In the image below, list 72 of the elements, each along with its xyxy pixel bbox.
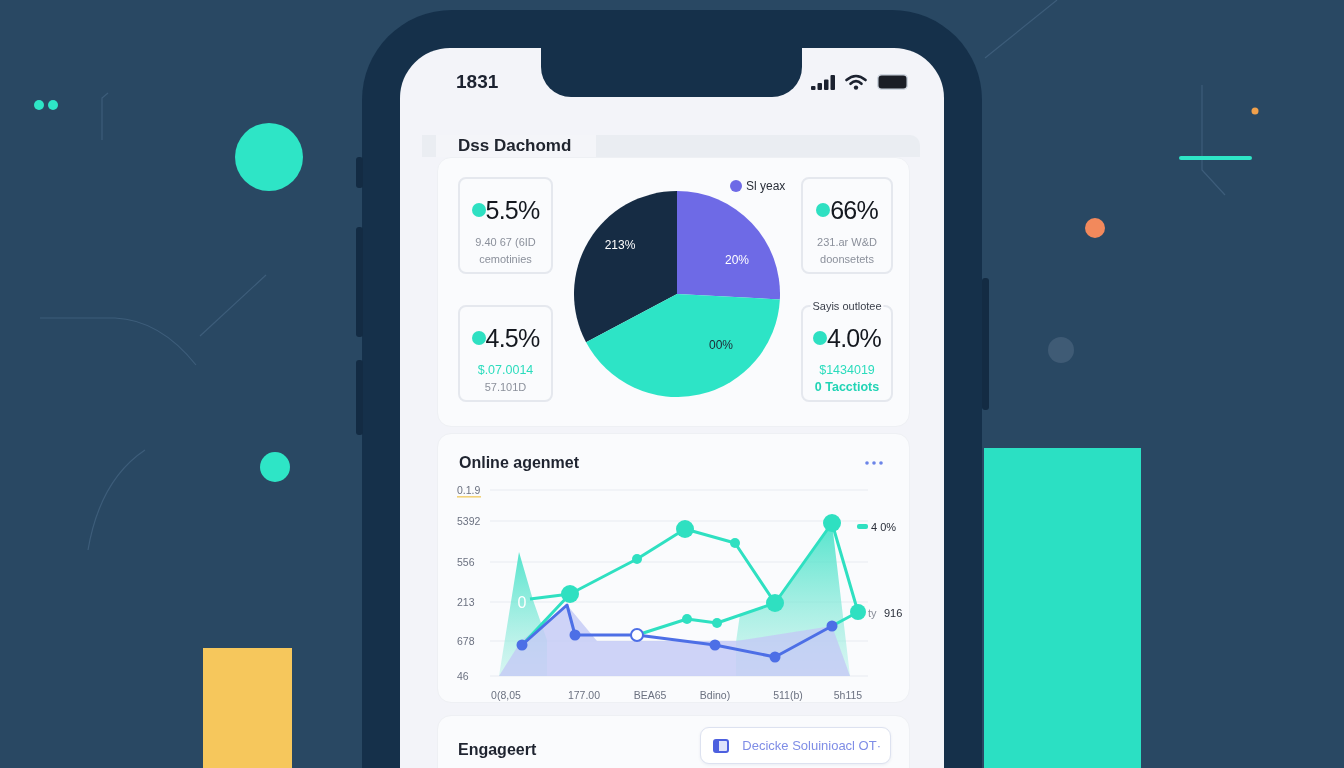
swatch-icon bbox=[857, 524, 868, 529]
x-axis-label: 0(8,05 bbox=[491, 689, 521, 701]
data-point bbox=[569, 629, 581, 641]
series-label: ty bbox=[868, 607, 877, 619]
chart-title: Online agenmet bbox=[459, 454, 580, 472]
panel-icon bbox=[713, 737, 730, 754]
more-button[interactable] bbox=[865, 461, 883, 465]
stat-detail: cemotinies bbox=[479, 252, 532, 266]
y-axis-label: 0.1.9 bbox=[457, 484, 481, 496]
y-axis-label: 5392 bbox=[457, 515, 481, 527]
stat-value: 4.5% bbox=[485, 324, 540, 352]
data-point bbox=[769, 651, 781, 663]
action-button[interactable]: Decicke Soluinioacl OT· bbox=[700, 727, 891, 764]
data-point bbox=[766, 594, 784, 612]
data-point bbox=[561, 585, 579, 603]
y-axis-label: 213 bbox=[457, 596, 475, 608]
x-axis-label: 511(b) bbox=[773, 689, 803, 701]
data-point bbox=[676, 520, 694, 538]
y-axis-label: 556 bbox=[457, 556, 475, 568]
stat-value: 5.5% bbox=[485, 196, 540, 224]
point-label: 0 bbox=[517, 594, 527, 611]
stat-detail: 231.ar W&D bbox=[817, 235, 877, 249]
stat-detail: 9.40 67 (6ID bbox=[475, 235, 536, 249]
battery-icon bbox=[877, 74, 908, 90]
data-point bbox=[632, 554, 642, 564]
x-axis-label: BEA65 bbox=[633, 689, 667, 701]
status-time: 1831 bbox=[456, 71, 499, 93]
data-point bbox=[709, 639, 721, 651]
stat-value: 4.0% bbox=[827, 324, 881, 352]
decor-circle bbox=[1085, 218, 1105, 238]
slice-label: 20% bbox=[725, 253, 749, 267]
stat-value: 66% bbox=[830, 196, 878, 224]
x-axis-label: 5h115 bbox=[833, 689, 863, 701]
wifi-icon bbox=[845, 74, 867, 90]
legend-label: 4 0% bbox=[871, 521, 897, 533]
data-point bbox=[730, 538, 740, 548]
dot-icon bbox=[813, 331, 828, 345]
stat-detail: $.07.0014 bbox=[477, 363, 534, 377]
highlight-mark bbox=[457, 496, 481, 498]
y-axis-label: 46 bbox=[457, 670, 469, 682]
decor-line bbox=[199, 274, 267, 337]
series-label: 916 bbox=[884, 607, 903, 619]
data-point bbox=[516, 639, 528, 651]
data-point bbox=[630, 628, 644, 642]
decor-circle bbox=[260, 452, 290, 482]
stat-detail: 0 Tacctiots bbox=[814, 380, 880, 394]
decor-circle bbox=[235, 123, 303, 191]
stat-caption: Sayis outlotee bbox=[810, 300, 884, 313]
legend-label: Sl yeax bbox=[746, 179, 786, 193]
y-axis-label: 678 bbox=[457, 635, 475, 647]
stat-detail: doonsetets bbox=[820, 252, 874, 266]
more-icon bbox=[865, 461, 883, 465]
data-point bbox=[712, 618, 722, 628]
x-axis-label: 177.00 bbox=[567, 689, 601, 701]
decor-circle bbox=[1251, 107, 1259, 115]
signal-icon bbox=[811, 74, 835, 90]
data-point bbox=[850, 604, 866, 620]
decor-circle bbox=[48, 100, 58, 110]
data-point bbox=[823, 514, 841, 532]
slice-label: 213% bbox=[604, 238, 636, 252]
decor-circle bbox=[34, 100, 44, 110]
stat-detail: $1434019 bbox=[819, 363, 875, 377]
data-point bbox=[682, 614, 692, 624]
data-point bbox=[826, 620, 838, 632]
dot-icon bbox=[816, 203, 831, 217]
card-title: Engageert bbox=[458, 740, 537, 760]
dot-icon bbox=[471, 331, 486, 345]
stat-detail: 57.101D bbox=[484, 380, 527, 394]
dot-icon bbox=[471, 203, 486, 217]
slice-label: 00% bbox=[709, 338, 733, 352]
x-axis-label: Bdino) bbox=[699, 689, 731, 701]
dashboard-title: Dss Dachomd bbox=[436, 135, 596, 157]
